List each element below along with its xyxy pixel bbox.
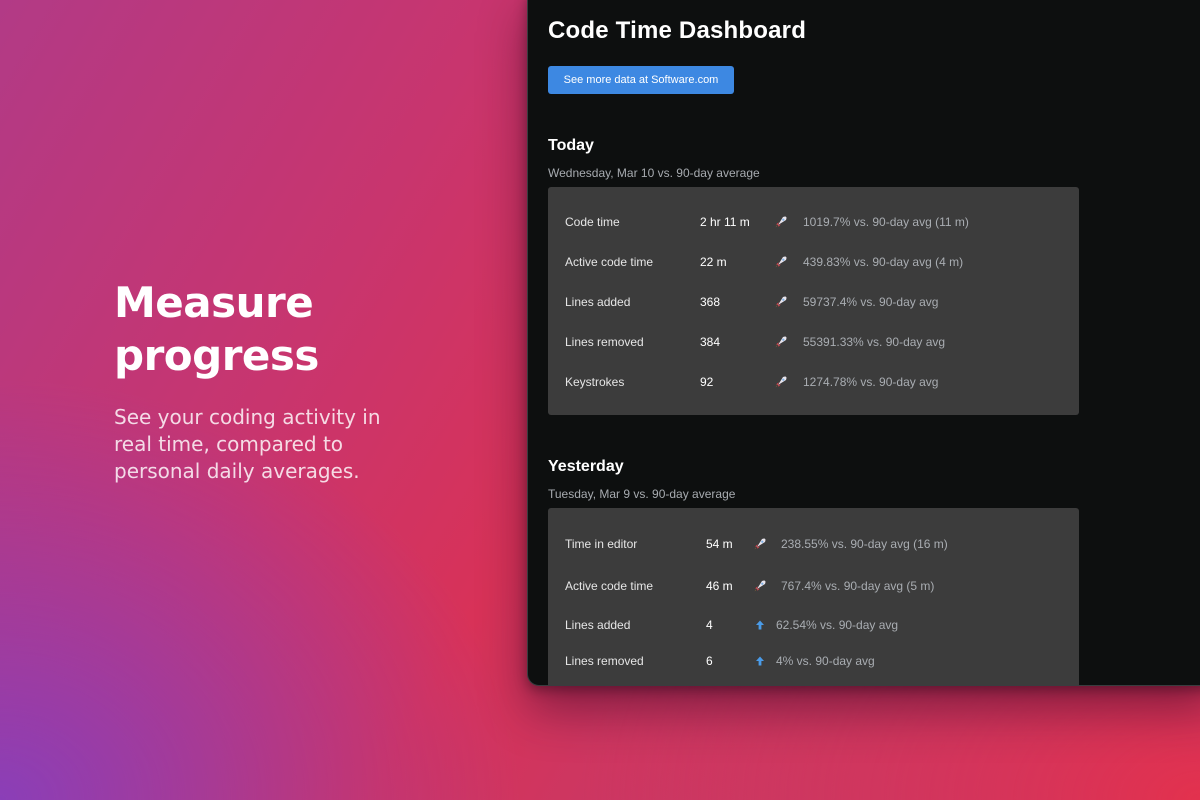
stat-comparison: 1274.78% vs. 90-day avg	[803, 375, 939, 389]
stat-comparison: 55391.33% vs. 90-day avg	[803, 335, 946, 349]
stat-row-code-time: Code time 2 hr 11 m 1019.7% vs. 90-day a…	[548, 212, 1079, 232]
stat-label: Lines added	[565, 295, 631, 309]
up-arrow-icon	[753, 654, 767, 668]
stat-row-active-code-time: Active code time 46 m 767.4% vs. 90-day …	[548, 576, 1079, 596]
see-more-data-button[interactable]: See more data at Software.com	[548, 66, 734, 94]
stat-label: Lines added	[565, 618, 631, 632]
stat-comparison: 59737.4% vs. 90-day avg	[803, 295, 939, 309]
stat-value: 2 hr 11 m	[700, 215, 750, 229]
stat-row-lines-removed: Lines removed 6 4% vs. 90-day avg	[548, 651, 1079, 671]
up-arrow-icon	[753, 618, 767, 632]
stat-row-lines-added: Lines added 4 62.54% vs. 90-day avg	[548, 615, 1079, 635]
stat-row-keystrokes: Keystrokes 92 1274.78% vs. 90-day avg	[548, 372, 1079, 392]
stat-value: 92	[700, 375, 714, 389]
rocket-icon	[774, 295, 788, 309]
rocket-icon	[753, 579, 767, 593]
stat-label: Lines removed	[565, 654, 644, 668]
hero-title: Measure progress	[114, 278, 319, 380]
dashboard-window: Code Time Dashboard See more data at Sof…	[527, 0, 1200, 686]
stat-row-lines-added: Lines added 368 59737.4% vs. 90-day avg	[548, 292, 1079, 312]
stat-value: 384	[700, 335, 721, 349]
rocket-icon	[753, 537, 767, 551]
stat-row-lines-removed: Lines removed 384 55391.33% vs. 90-day a…	[548, 332, 1079, 352]
rocket-icon	[774, 335, 788, 349]
stat-value: 6	[706, 654, 713, 668]
stat-label: Active code time	[565, 255, 654, 269]
rocket-icon	[774, 215, 788, 229]
stat-value: 46 m	[706, 579, 733, 593]
rocket-icon	[774, 375, 788, 389]
today-stats-card: Code time 2 hr 11 m 1019.7% vs. 90-day a…	[548, 187, 1079, 415]
stat-value: 22 m	[700, 255, 727, 269]
rocket-icon	[774, 255, 788, 269]
stat-value: 54 m	[706, 537, 733, 551]
stat-value: 4	[706, 618, 713, 632]
stat-value: 368	[700, 295, 721, 309]
stat-label: Time in editor	[565, 537, 638, 551]
stat-comparison: 238.55% vs. 90-day avg (16 m)	[781, 537, 948, 551]
stat-label: Active code time	[565, 579, 654, 593]
stat-comparison: 439.83% vs. 90-day avg (4 m)	[803, 255, 964, 269]
stat-label: Lines removed	[565, 335, 644, 349]
today-heading: Today	[548, 137, 594, 154]
stat-comparison: 62.54% vs. 90-day avg	[776, 618, 899, 632]
stat-row-time-in-editor: Time in editor 54 m 238.55% vs. 90-day a…	[548, 534, 1079, 554]
yesterday-stats-card: Time in editor 54 m 238.55% vs. 90-day a…	[548, 508, 1079, 685]
stat-comparison: 767.4% vs. 90-day avg (5 m)	[781, 579, 935, 593]
stat-label: Code time	[565, 215, 620, 229]
stat-comparison: 1019.7% vs. 90-day avg (11 m)	[803, 215, 969, 229]
hero-subtitle: See your coding activity in real time, c…	[114, 405, 381, 483]
today-subheading: Wednesday, Mar 10 vs. 90-day average	[548, 166, 760, 180]
hero-section: Measure progress See your coding activit…	[114, 276, 414, 485]
stat-row-active-code-time: Active code time 22 m 439.83% vs. 90-day…	[548, 252, 1079, 272]
stat-label: Keystrokes	[565, 375, 625, 389]
yesterday-subheading: Tuesday, Mar 9 vs. 90-day average	[548, 487, 736, 501]
dashboard-title: Code Time Dashboard	[548, 17, 807, 44]
yesterday-heading: Yesterday	[548, 458, 624, 475]
stat-comparison: 4% vs. 90-day avg	[776, 654, 875, 668]
